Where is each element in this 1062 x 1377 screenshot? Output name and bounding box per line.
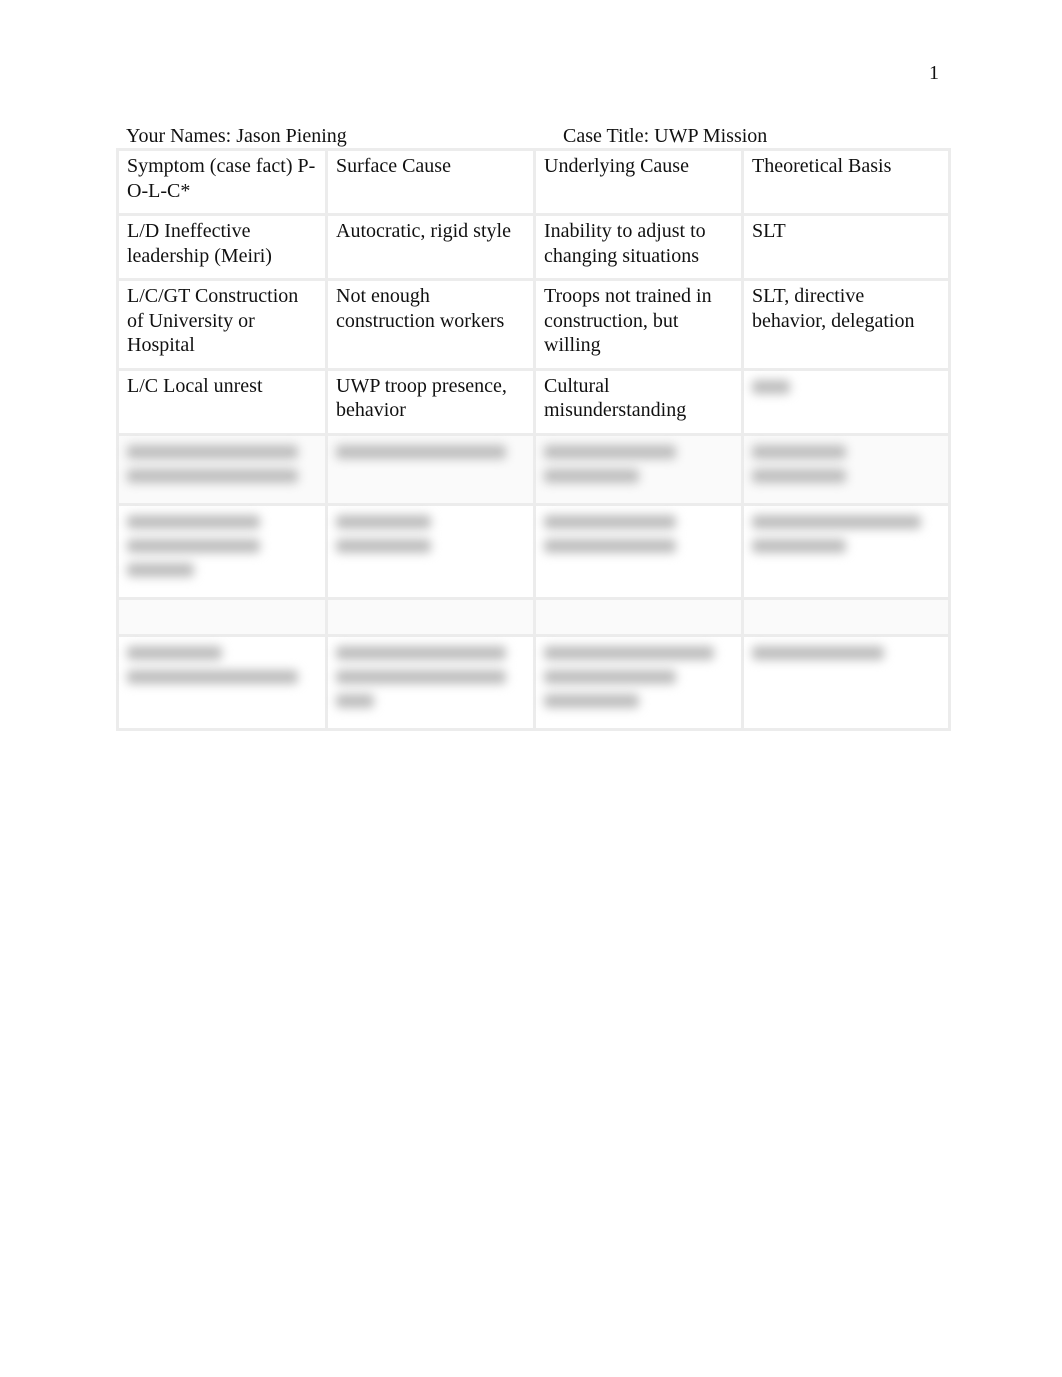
blurred-cell (116, 432, 328, 506)
blurred-cell (116, 502, 328, 600)
empty-cell (533, 596, 744, 637)
blurred-cell (325, 502, 536, 600)
blurred-cell (533, 633, 744, 731)
table-row: L/C Local unrest UWP troop presence, beh… (116, 367, 951, 436)
surface-cause-cell: Autocratic, rigid style (325, 213, 536, 281)
theoretical-basis-cell: SLT, directive behavior, delegation (741, 278, 951, 371)
column-header-theoretical-basis: Theoretical Basis (741, 148, 951, 216)
blurred-table-row (116, 596, 951, 637)
blurred-table-row (116, 432, 951, 506)
page-number: 1 (929, 62, 939, 84)
column-header-underlying-cause: Underlying Cause (533, 148, 744, 216)
surface-cause-cell: Not enough construction workers (325, 278, 536, 371)
blurred-cell (741, 502, 951, 600)
column-header-symptom: Symptom (case fact) P-O-L-C* (116, 148, 328, 216)
symptom-cell: L/C Local unrest (116, 367, 328, 436)
table-header-row: Symptom (case fact) P-O-L-C* Surface Cau… (116, 148, 951, 216)
table-row: L/D Ineffective leadership (Meiri) Autoc… (116, 213, 951, 281)
blurred-cell (533, 502, 744, 600)
empty-cell (325, 596, 536, 637)
underlying-cause-cell: Troops not trained in construction, but … (533, 278, 744, 371)
blurred-cell (533, 432, 744, 506)
blurred-cell (116, 633, 328, 731)
empty-cell (741, 596, 951, 637)
blurred-table-row (116, 633, 951, 731)
symptom-cell: L/C/GT Construction of University or Hos… (116, 278, 328, 371)
underlying-cause-cell: Inability to adjust to changing situatio… (533, 213, 744, 281)
blurred-cell (741, 633, 951, 731)
theoretical-basis-cell-blurred (741, 367, 951, 436)
empty-cell (116, 596, 328, 637)
blurred-cell (741, 432, 951, 506)
student-names: Your Names: Jason Piening (126, 125, 347, 147)
table-row: L/C/GT Construction of University or Hos… (116, 278, 951, 371)
blurred-text (752, 379, 940, 394)
theoretical-basis-cell: SLT (741, 213, 951, 281)
blurred-cell (325, 432, 536, 506)
case-title: Case Title: UWP Mission (563, 125, 768, 147)
symptom-cell: L/D Ineffective leadership (Meiri) (116, 213, 328, 281)
column-header-surface-cause: Surface Cause (325, 148, 536, 216)
surface-cause-cell: UWP troop presence, behavior (325, 367, 536, 436)
case-analysis-table: Symptom (case fact) P-O-L-C* Surface Cau… (116, 148, 951, 731)
blurred-cell (325, 633, 536, 731)
blurred-table-row (116, 502, 951, 600)
underlying-cause-cell: Cultural misunderstanding (533, 367, 744, 436)
